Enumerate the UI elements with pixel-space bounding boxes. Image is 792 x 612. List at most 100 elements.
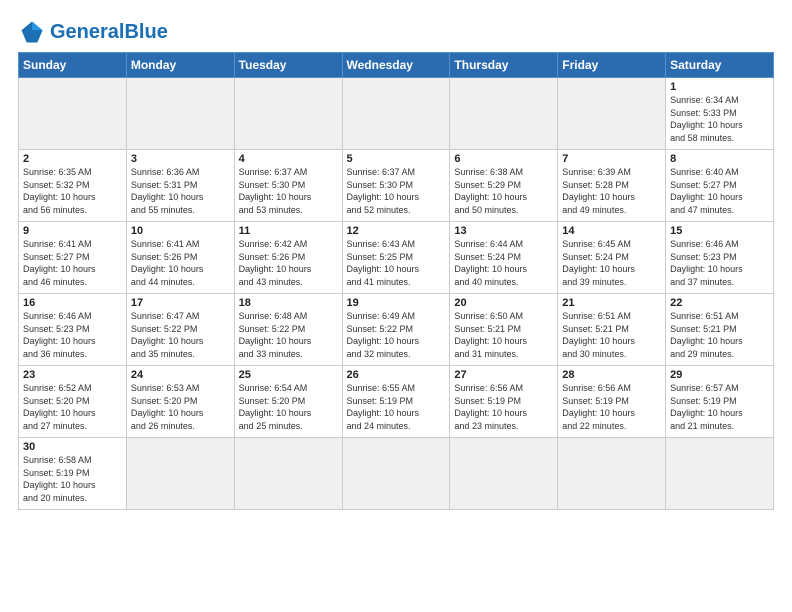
calendar-cell: 21Sunrise: 6:51 AM Sunset: 5:21 PM Dayli… — [558, 294, 666, 366]
page: GeneralBlue Sunday Monday Tuesday Wednes… — [0, 0, 792, 520]
day-number: 7 — [562, 153, 661, 165]
day-number: 2 — [23, 153, 122, 165]
calendar-cell: 14Sunrise: 6:45 AM Sunset: 5:24 PM Dayli… — [558, 222, 666, 294]
calendar-cell: 23Sunrise: 6:52 AM Sunset: 5:20 PM Dayli… — [19, 366, 127, 438]
day-number: 10 — [131, 225, 230, 237]
calendar-cell: 19Sunrise: 6:49 AM Sunset: 5:22 PM Dayli… — [342, 294, 450, 366]
calendar-cell: 15Sunrise: 6:46 AM Sunset: 5:23 PM Dayli… — [666, 222, 774, 294]
day-info: Sunrise: 6:49 AM Sunset: 5:22 PM Dayligh… — [347, 310, 446, 360]
day-info: Sunrise: 6:55 AM Sunset: 5:19 PM Dayligh… — [347, 382, 446, 432]
logo-icon — [18, 18, 46, 46]
day-info: Sunrise: 6:56 AM Sunset: 5:19 PM Dayligh… — [454, 382, 553, 432]
day-info: Sunrise: 6:44 AM Sunset: 5:24 PM Dayligh… — [454, 238, 553, 288]
week-row-5: 30Sunrise: 6:58 AM Sunset: 5:19 PM Dayli… — [19, 438, 774, 510]
day-info: Sunrise: 6:37 AM Sunset: 5:30 PM Dayligh… — [239, 166, 338, 216]
calendar-cell — [126, 78, 234, 150]
calendar-cell: 25Sunrise: 6:54 AM Sunset: 5:20 PM Dayli… — [234, 366, 342, 438]
weekday-header-row: Sunday Monday Tuesday Wednesday Thursday… — [19, 53, 774, 78]
day-number: 14 — [562, 225, 661, 237]
day-number: 3 — [131, 153, 230, 165]
day-info: Sunrise: 6:42 AM Sunset: 5:26 PM Dayligh… — [239, 238, 338, 288]
calendar-cell — [450, 438, 558, 510]
calendar-cell: 24Sunrise: 6:53 AM Sunset: 5:20 PM Dayli… — [126, 366, 234, 438]
day-info: Sunrise: 6:34 AM Sunset: 5:33 PM Dayligh… — [670, 94, 769, 144]
day-number: 12 — [347, 225, 446, 237]
day-number: 22 — [670, 297, 769, 309]
logo-general: General — [50, 21, 124, 43]
calendar-cell — [126, 438, 234, 510]
day-info: Sunrise: 6:36 AM Sunset: 5:31 PM Dayligh… — [131, 166, 230, 216]
calendar-cell: 17Sunrise: 6:47 AM Sunset: 5:22 PM Dayli… — [126, 294, 234, 366]
day-number: 30 — [23, 441, 122, 453]
header-sunday: Sunday — [19, 53, 127, 78]
day-number: 20 — [454, 297, 553, 309]
calendar-cell: 16Sunrise: 6:46 AM Sunset: 5:23 PM Dayli… — [19, 294, 127, 366]
calendar-cell: 28Sunrise: 6:56 AM Sunset: 5:19 PM Dayli… — [558, 366, 666, 438]
calendar-cell: 10Sunrise: 6:41 AM Sunset: 5:26 PM Dayli… — [126, 222, 234, 294]
calendar: Sunday Monday Tuesday Wednesday Thursday… — [18, 52, 774, 510]
calendar-cell: 5Sunrise: 6:37 AM Sunset: 5:30 PM Daylig… — [342, 150, 450, 222]
calendar-cell: 27Sunrise: 6:56 AM Sunset: 5:19 PM Dayli… — [450, 366, 558, 438]
calendar-cell: 30Sunrise: 6:58 AM Sunset: 5:19 PM Dayli… — [19, 438, 127, 510]
calendar-cell: 12Sunrise: 6:43 AM Sunset: 5:25 PM Dayli… — [342, 222, 450, 294]
week-row-2: 9Sunrise: 6:41 AM Sunset: 5:27 PM Daylig… — [19, 222, 774, 294]
day-info: Sunrise: 6:45 AM Sunset: 5:24 PM Dayligh… — [562, 238, 661, 288]
day-info: Sunrise: 6:46 AM Sunset: 5:23 PM Dayligh… — [23, 310, 122, 360]
day-info: Sunrise: 6:51 AM Sunset: 5:21 PM Dayligh… — [562, 310, 661, 360]
day-info: Sunrise: 6:39 AM Sunset: 5:28 PM Dayligh… — [562, 166, 661, 216]
calendar-cell: 7Sunrise: 6:39 AM Sunset: 5:28 PM Daylig… — [558, 150, 666, 222]
day-number: 24 — [131, 369, 230, 381]
calendar-cell: 13Sunrise: 6:44 AM Sunset: 5:24 PM Dayli… — [450, 222, 558, 294]
calendar-cell: 9Sunrise: 6:41 AM Sunset: 5:27 PM Daylig… — [19, 222, 127, 294]
day-number: 5 — [347, 153, 446, 165]
day-number: 13 — [454, 225, 553, 237]
day-info: Sunrise: 6:54 AM Sunset: 5:20 PM Dayligh… — [239, 382, 338, 432]
day-number: 8 — [670, 153, 769, 165]
day-info: Sunrise: 6:47 AM Sunset: 5:22 PM Dayligh… — [131, 310, 230, 360]
day-number: 1 — [670, 81, 769, 93]
day-info: Sunrise: 6:51 AM Sunset: 5:21 PM Dayligh… — [670, 310, 769, 360]
calendar-cell: 29Sunrise: 6:57 AM Sunset: 5:19 PM Dayli… — [666, 366, 774, 438]
header: GeneralBlue — [18, 18, 774, 46]
calendar-cell: 3Sunrise: 6:36 AM Sunset: 5:31 PM Daylig… — [126, 150, 234, 222]
logo: GeneralBlue — [18, 18, 168, 46]
day-info: Sunrise: 6:43 AM Sunset: 5:25 PM Dayligh… — [347, 238, 446, 288]
calendar-cell — [666, 438, 774, 510]
day-number: 6 — [454, 153, 553, 165]
day-info: Sunrise: 6:46 AM Sunset: 5:23 PM Dayligh… — [670, 238, 769, 288]
day-number: 11 — [239, 225, 338, 237]
calendar-cell: 22Sunrise: 6:51 AM Sunset: 5:21 PM Dayli… — [666, 294, 774, 366]
calendar-cell — [342, 438, 450, 510]
day-number: 26 — [347, 369, 446, 381]
calendar-cell: 1Sunrise: 6:34 AM Sunset: 5:33 PM Daylig… — [666, 78, 774, 150]
day-info: Sunrise: 6:35 AM Sunset: 5:32 PM Dayligh… — [23, 166, 122, 216]
calendar-cell — [558, 438, 666, 510]
calendar-cell: 8Sunrise: 6:40 AM Sunset: 5:27 PM Daylig… — [666, 150, 774, 222]
calendar-cell — [19, 78, 127, 150]
logo-blue: Blue — [124, 21, 167, 43]
day-number: 21 — [562, 297, 661, 309]
day-info: Sunrise: 6:41 AM Sunset: 5:26 PM Dayligh… — [131, 238, 230, 288]
header-friday: Friday — [558, 53, 666, 78]
day-info: Sunrise: 6:38 AM Sunset: 5:29 PM Dayligh… — [454, 166, 553, 216]
logo-text: GeneralBlue — [50, 21, 168, 43]
header-tuesday: Tuesday — [234, 53, 342, 78]
calendar-cell — [234, 78, 342, 150]
day-number: 23 — [23, 369, 122, 381]
calendar-cell: 2Sunrise: 6:35 AM Sunset: 5:32 PM Daylig… — [19, 150, 127, 222]
calendar-cell — [234, 438, 342, 510]
week-row-4: 23Sunrise: 6:52 AM Sunset: 5:20 PM Dayli… — [19, 366, 774, 438]
week-row-0: 1Sunrise: 6:34 AM Sunset: 5:33 PM Daylig… — [19, 78, 774, 150]
day-number: 16 — [23, 297, 122, 309]
header-wednesday: Wednesday — [342, 53, 450, 78]
day-number: 27 — [454, 369, 553, 381]
day-info: Sunrise: 6:37 AM Sunset: 5:30 PM Dayligh… — [347, 166, 446, 216]
calendar-cell — [450, 78, 558, 150]
day-info: Sunrise: 6:53 AM Sunset: 5:20 PM Dayligh… — [131, 382, 230, 432]
day-info: Sunrise: 6:41 AM Sunset: 5:27 PM Dayligh… — [23, 238, 122, 288]
calendar-cell: 26Sunrise: 6:55 AM Sunset: 5:19 PM Dayli… — [342, 366, 450, 438]
day-info: Sunrise: 6:58 AM Sunset: 5:19 PM Dayligh… — [23, 454, 122, 504]
calendar-cell: 6Sunrise: 6:38 AM Sunset: 5:29 PM Daylig… — [450, 150, 558, 222]
day-number: 4 — [239, 153, 338, 165]
day-info: Sunrise: 6:52 AM Sunset: 5:20 PM Dayligh… — [23, 382, 122, 432]
